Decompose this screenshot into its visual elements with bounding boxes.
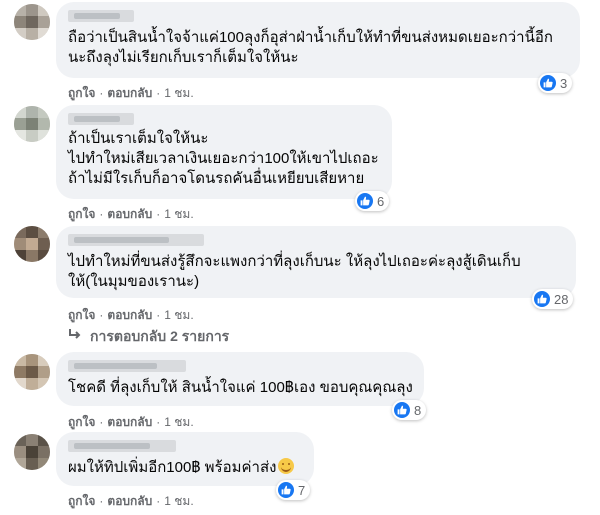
comment-bubble: โชคดี ที่ลุงเก็บให้ สินน้ำใจแค่ 100฿เอง … bbox=[56, 352, 424, 406]
comment-text: ไปทำใหม่ที่ขนส่งรู้สึกจะแพงกว่าที่ลุงเก็… bbox=[68, 253, 521, 290]
commenter-name-redacted[interactable] bbox=[68, 113, 134, 125]
avatar[interactable] bbox=[14, 226, 50, 262]
like-icon bbox=[534, 291, 550, 307]
view-replies-link[interactable]: การตอบกลับ 2 รายการ bbox=[68, 326, 229, 348]
like-icon bbox=[357, 193, 373, 209]
comment-actions: ถูกใจ · ตอบกลับ · 1 ชม. bbox=[68, 308, 194, 322]
like-link[interactable]: ถูกใจ bbox=[68, 494, 95, 508]
reply-link[interactable]: ตอบกลับ bbox=[107, 308, 152, 322]
timestamp[interactable]: 1 ชม. bbox=[164, 415, 193, 429]
timestamp[interactable]: 1 ชม. bbox=[164, 207, 193, 221]
reaction-count[interactable]: 3 bbox=[538, 73, 573, 93]
reply-link[interactable]: ตอบกลับ bbox=[107, 494, 152, 508]
comment-bubble: ไปทำใหม่ที่ขนส่งรู้สึกจะแพงกว่าที่ลุงเก็… bbox=[56, 226, 576, 298]
comment-text: ถือว่าเป็นสินน้ำใจจ้าแค่100ลุงก็อุส่าฝ่า… bbox=[68, 29, 553, 66]
avatar[interactable] bbox=[14, 4, 50, 40]
like-icon bbox=[278, 482, 294, 498]
comment-text: ถ้าเป็นเราเต็มใจให้นะ ไปทำใหม่เสียเวลาเง… bbox=[68, 130, 379, 187]
comment-actions: ถูกใจ · ตอบกลับ · 1 ชม. bbox=[68, 207, 194, 221]
like-icon bbox=[540, 75, 556, 91]
reaction-count[interactable]: 28 bbox=[532, 289, 574, 309]
like-icon bbox=[394, 402, 410, 418]
reaction-count[interactable]: 6 bbox=[355, 191, 390, 211]
comment-text: โชคดี ที่ลุงเก็บให้ สินน้ำใจแค่ 100฿เอง … bbox=[68, 379, 413, 396]
comment-actions: ถูกใจ · ตอบกลับ · 1 ชม. bbox=[68, 494, 194, 508]
timestamp[interactable]: 1 ชม. bbox=[164, 86, 193, 100]
comment-bubble: ผมให้ทิปเพิ่มอีก100฿ พร้อมค่าส่ง bbox=[56, 432, 314, 486]
comment-bubble: ถือว่าเป็นสินน้ำใจจ้าแค่100ลุงก็อุส่าฝ่า… bbox=[56, 2, 580, 78]
comment-bubble: ถ้าเป็นเราเต็มใจให้นะ ไปทำใหม่เสียเวลาเง… bbox=[56, 105, 392, 199]
reply-link[interactable]: ตอบกลับ bbox=[107, 415, 152, 429]
avatar[interactable] bbox=[14, 434, 50, 470]
reply-arrow-icon bbox=[68, 327, 82, 344]
avatar[interactable] bbox=[14, 106, 50, 142]
commenter-name-redacted[interactable] bbox=[68, 234, 204, 246]
comment-actions: ถูกใจ · ตอบกลับ · 1 ชม. bbox=[68, 415, 194, 429]
commenter-name-redacted[interactable] bbox=[68, 360, 186, 372]
commenter-name-redacted[interactable] bbox=[68, 10, 134, 22]
like-link[interactable]: ถูกใจ bbox=[68, 86, 95, 100]
like-link[interactable]: ถูกใจ bbox=[68, 415, 95, 429]
like-link[interactable]: ถูกใจ bbox=[68, 308, 95, 322]
reply-link[interactable]: ตอบกลับ bbox=[107, 86, 152, 100]
like-link[interactable]: ถูกใจ bbox=[68, 207, 95, 221]
timestamp[interactable]: 1 ชม. bbox=[164, 494, 193, 508]
comment-actions: ถูกใจ · ตอบกลับ · 1 ชม. bbox=[68, 86, 194, 100]
avatar[interactable] bbox=[14, 354, 50, 390]
relieved-face-emoji-icon bbox=[278, 458, 295, 474]
reaction-count[interactable]: 8 bbox=[392, 400, 427, 420]
reply-link[interactable]: ตอบกลับ bbox=[107, 207, 152, 221]
reaction-count[interactable]: 7 bbox=[276, 480, 311, 500]
timestamp[interactable]: 1 ชม. bbox=[164, 308, 193, 322]
commenter-name-redacted[interactable] bbox=[68, 440, 176, 452]
comment-text: ผมให้ทิปเพิ่มอีก100฿ พร้อมค่าส่ง bbox=[68, 458, 302, 478]
